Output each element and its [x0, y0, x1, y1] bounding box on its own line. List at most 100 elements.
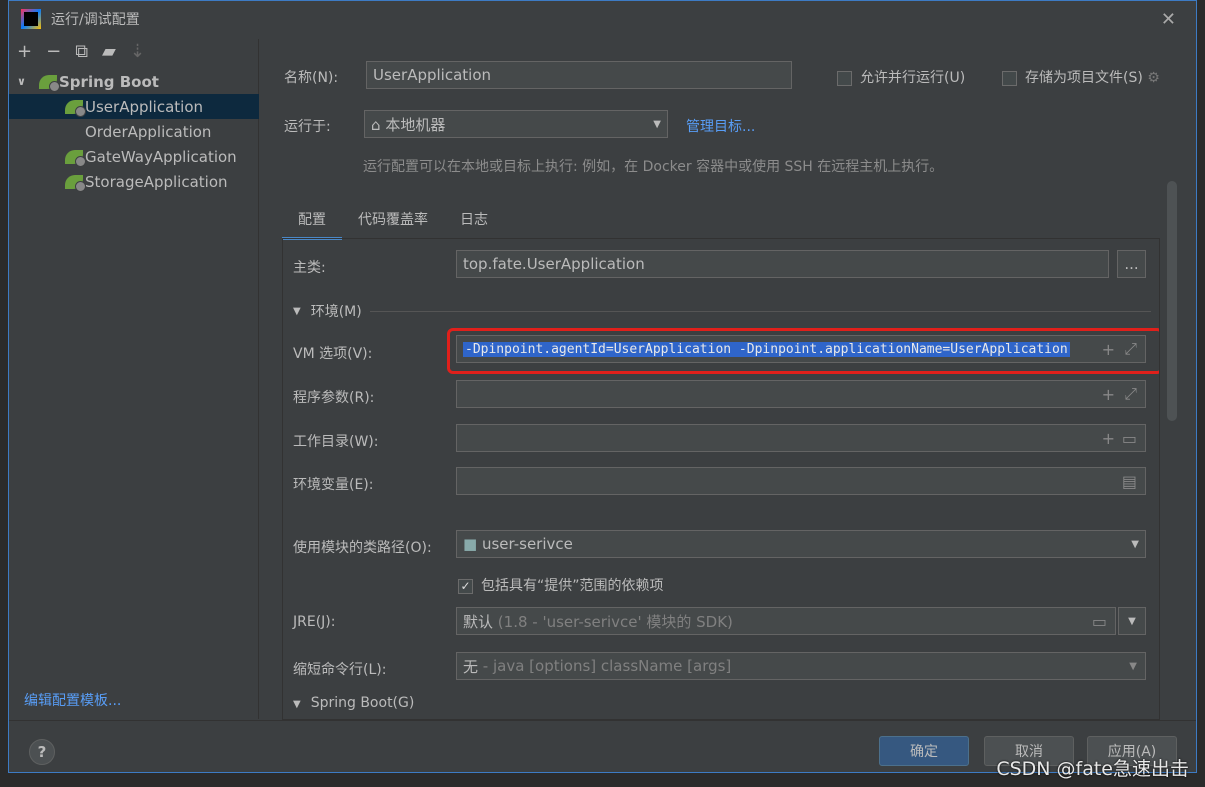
envvars-label: 环境变量(E):	[293, 477, 374, 493]
new-folder-icon[interactable]: ▰	[102, 41, 116, 62]
help-button[interactable]: ?	[29, 739, 55, 765]
divider	[369, 310, 1151, 312]
tree-group-spring-boot[interactable]: ∨ Spring Boot	[9, 69, 259, 94]
tabs: 配置 代码覆盖率 日志	[282, 201, 504, 240]
checkmark-icon[interactable]: ✓	[458, 578, 473, 594]
tree-item-orderapplication[interactable]: OrderApplication	[9, 119, 259, 144]
checkbox-icon[interactable]	[837, 70, 852, 86]
parallel-run-checkbox[interactable]: 允许并行运行(U)	[837, 67, 965, 87]
dropdown-arrow-icon: ▼	[653, 118, 661, 130]
vm-options-input[interactable]: -Dpinpoint.agentId=UserApplication -Dpin…	[456, 335, 1146, 363]
shorten-value-detail: - java [options] className [args]	[482, 657, 732, 675]
window-title: 运行/调试配置	[51, 12, 140, 28]
tree-item-label: GateWayApplication	[85, 147, 237, 166]
expand-icon[interactable]: ⤢	[1124, 384, 1137, 404]
tab-coverage[interactable]: 代码覆盖率	[342, 201, 444, 240]
plus-icon[interactable]: +	[1102, 340, 1115, 359]
module-value: user-serivce	[481, 535, 573, 553]
jre-dropdown-button[interactable]: ▼	[1118, 607, 1146, 635]
store-label: 存储为项目文件(S)	[1025, 70, 1143, 86]
sort-icon[interactable]: ⇣	[130, 41, 145, 62]
tree-group-label: Spring Boot	[59, 72, 159, 91]
home-icon: ⌂	[371, 115, 381, 134]
minus-icon[interactable]: −	[46, 41, 61, 62]
env-section[interactable]: ▼ 环境(M)	[293, 301, 1151, 321]
config-sidebar: + − ⧉ ▰ ⇣ ∨ Spring Boot UserApplication …	[9, 39, 259, 719]
tab-logs[interactable]: 日志	[444, 201, 504, 240]
browse-button[interactable]: ...	[1117, 250, 1146, 278]
watermark: CSDN @fate急速出击	[996, 758, 1189, 780]
dropdown-arrow-icon: ▼	[1129, 660, 1137, 672]
triangle-down-icon: ▼	[293, 699, 301, 710]
plus-icon[interactable]: +	[1102, 429, 1115, 448]
springboot-section-label: Spring Boot(G)	[310, 695, 415, 711]
plus-icon[interactable]: +	[17, 41, 32, 62]
gear-icon[interactable]: ⚙	[1147, 70, 1160, 86]
shorten-value: 无	[463, 657, 479, 676]
spring-boot-icon	[65, 99, 86, 117]
vm-options-value: -Dpinpoint.agentId=UserApplication -Dpin…	[463, 341, 1070, 357]
name-label: 名称(N):	[284, 70, 339, 86]
checkbox-icon[interactable]	[1002, 70, 1017, 86]
tree-item-label: UserApplication	[85, 97, 204, 116]
ok-button[interactable]: 确定	[879, 736, 969, 766]
scrollbar[interactable]	[1167, 181, 1177, 421]
manage-targets-link[interactable]: 管理目标...	[686, 116, 755, 136]
chevron-down-icon[interactable]: ∨	[17, 75, 39, 88]
config-tree: ∨ Spring Boot UserApplication OrderAppli…	[9, 69, 259, 194]
jre-label: JRE(J):	[293, 614, 336, 630]
main-class-input[interactable]: top.fate.UserApplication	[456, 250, 1109, 278]
springboot-section[interactable]: ▼ Spring Boot(G)	[293, 694, 414, 714]
spring-boot-icon	[65, 174, 86, 192]
envvars-input[interactable]: ▤	[456, 467, 1146, 495]
folder-icon[interactable]: ▭	[1122, 429, 1137, 448]
name-input[interactable]: UserApplication	[366, 61, 792, 89]
close-icon[interactable]: ✕	[1161, 9, 1176, 30]
program-args-label: 程序参数(R):	[293, 390, 375, 406]
intellij-logo-icon	[21, 9, 41, 29]
module-label: 使用模块的类路径(O):	[293, 540, 432, 556]
expand-icon[interactable]: ⤢	[1124, 339, 1137, 359]
tree-item-label: OrderApplication	[85, 122, 212, 141]
document-icon[interactable]: ▤	[1122, 472, 1137, 491]
tree-item-label: StorageApplication	[85, 172, 228, 191]
sidebar-toolbar: + − ⧉ ▰ ⇣	[17, 41, 145, 62]
workdir-input[interactable]: + ▭	[456, 424, 1146, 452]
jre-value-detail: (1.8 - 'user-serivce' 模块的 SDK)	[497, 612, 733, 631]
vm-options-label: VM 选项(V):	[293, 346, 373, 362]
run-on-select[interactable]: ⌂ 本地机器 ▼	[364, 110, 668, 138]
edit-templates-link[interactable]: 编辑配置模板...	[24, 690, 121, 710]
tree-item-userapplication[interactable]: UserApplication	[9, 94, 259, 119]
tree-item-storageapplication[interactable]: StorageApplication	[9, 169, 259, 194]
workdir-label: 工作目录(W):	[293, 434, 379, 450]
main-class-label: 主类:	[293, 260, 326, 276]
include-provided-checkbox[interactable]: ✓ 包括具有“提供”范围的依赖项	[458, 575, 664, 595]
jre-input[interactable]: 默认 (1.8 - 'user-serivce' 模块的 SDK) ▭	[456, 607, 1116, 635]
run-on-label: 运行于:	[284, 119, 331, 135]
divider	[9, 720, 1196, 721]
shorten-cmd-label: 缩短命令行(L):	[293, 662, 387, 678]
run-debug-config-dialog: 运行/调试配置 ✕ + − ⧉ ▰ ⇣ ∨ Spring Boot UserAp…	[8, 0, 1197, 773]
folder-icon[interactable]: ▭	[1092, 612, 1107, 631]
dropdown-arrow-icon: ▼	[1131, 538, 1139, 550]
title-bar: 运行/调试配置	[21, 9, 140, 29]
spring-boot-icon	[65, 149, 86, 167]
run-on-hint: 运行配置可以在本地或目标上执行: 例如，在 Docker 容器中或使用 SSH …	[363, 159, 944, 175]
copy-icon[interactable]: ⧉	[75, 41, 88, 62]
module-folder-icon: ■	[463, 535, 478, 553]
program-args-input[interactable]: + ⤢	[456, 380, 1146, 408]
plus-icon[interactable]: +	[1102, 385, 1115, 404]
include-provided-label: 包括具有“提供”范围的依赖项	[481, 578, 664, 594]
parallel-run-label: 允许并行运行(U)	[860, 70, 966, 86]
shorten-cmd-select[interactable]: 无 - java [options] className [args] ▼	[456, 652, 1146, 680]
run-on-value: 本地机器	[385, 115, 446, 134]
store-as-project-file-checkbox[interactable]: 存储为项目文件(S) ⚙	[1002, 67, 1160, 87]
env-section-label: 环境(M)	[310, 304, 362, 320]
jre-value: 默认	[463, 612, 494, 631]
triangle-down-icon: ▼	[293, 305, 301, 317]
spring-boot-icon	[39, 74, 60, 92]
config-panel: 主类: top.fate.UserApplication ... ▼ 环境(M) …	[282, 238, 1160, 720]
tree-item-gatewayapplication[interactable]: GateWayApplication	[9, 144, 259, 169]
module-select[interactable]: ■ user-serivce ▼	[456, 530, 1146, 558]
tab-config[interactable]: 配置	[282, 201, 342, 240]
